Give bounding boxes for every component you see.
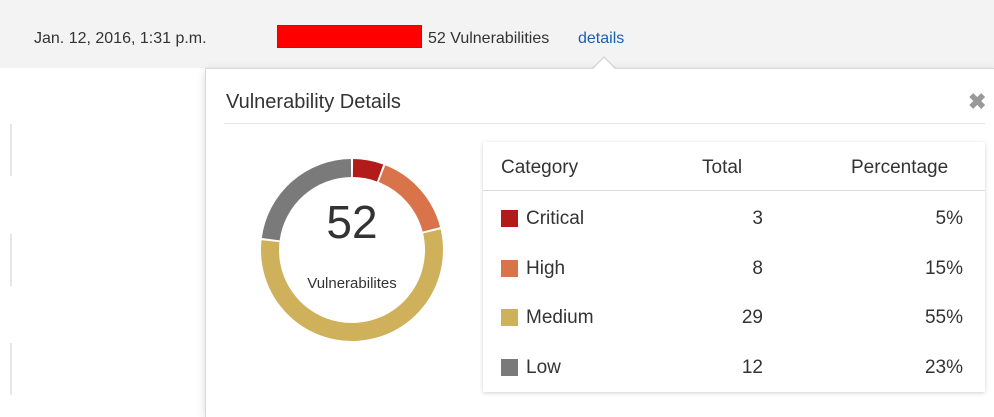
donut-total: 52 [326, 196, 378, 248]
vulnerability-donut-chart: 52 Vulnerabilites [257, 155, 447, 345]
row-total: 29 [741, 307, 763, 328]
row-category: Low [526, 357, 561, 378]
close-icon[interactable]: ✖ [968, 89, 986, 115]
table-row: High 8 15% [483, 255, 985, 287]
popover-title: Vulnerability Details [226, 91, 401, 113]
donut-svg [261, 159, 443, 341]
details-link[interactable]: details [578, 30, 624, 48]
scan-date: Jan. 12, 2016, 1:31 p.m. [34, 30, 207, 47]
header-divider [483, 190, 985, 191]
row-percentage: 23% [924, 357, 963, 378]
row-total: 3 [752, 208, 763, 229]
edge-marker [10, 234, 12, 286]
header-total: Total [702, 157, 743, 178]
row-percentage: 5% [935, 208, 963, 229]
vulnerability-count: 52 Vulnerabilities [428, 30, 550, 47]
edge-marker [10, 124, 12, 176]
vulnerability-details-popover: Vulnerability Details ✖ 52 Vulnerabilite… [205, 68, 994, 417]
row-category: Medium [526, 307, 594, 328]
title-divider [224, 123, 985, 124]
edge-marker [10, 343, 12, 395]
table-row: Critical 3 5% [483, 205, 985, 237]
table-row: Low 12 23% [483, 354, 985, 386]
category-table: Category Total Percentage Critical 3 5% … [483, 142, 985, 392]
table-row: Medium 29 55% [483, 304, 985, 336]
low-swatch [501, 359, 518, 376]
row-category: Critical [526, 208, 585, 229]
severity-bar [277, 25, 422, 48]
row-total: 8 [752, 258, 763, 279]
row-category: High [526, 258, 566, 279]
medium-swatch [501, 309, 518, 326]
header-percentage: Percentage [851, 157, 949, 178]
popover-arrow-fill [593, 58, 615, 69]
donut-segment-critical [352, 159, 384, 182]
header-category: Category [501, 157, 579, 178]
critical-swatch [501, 210, 518, 227]
high-swatch [501, 260, 518, 277]
row-percentage: 55% [924, 307, 963, 328]
row-percentage: 15% [924, 258, 963, 279]
row-total: 12 [741, 357, 763, 378]
donut-label: Vulnerabilites [307, 275, 397, 292]
